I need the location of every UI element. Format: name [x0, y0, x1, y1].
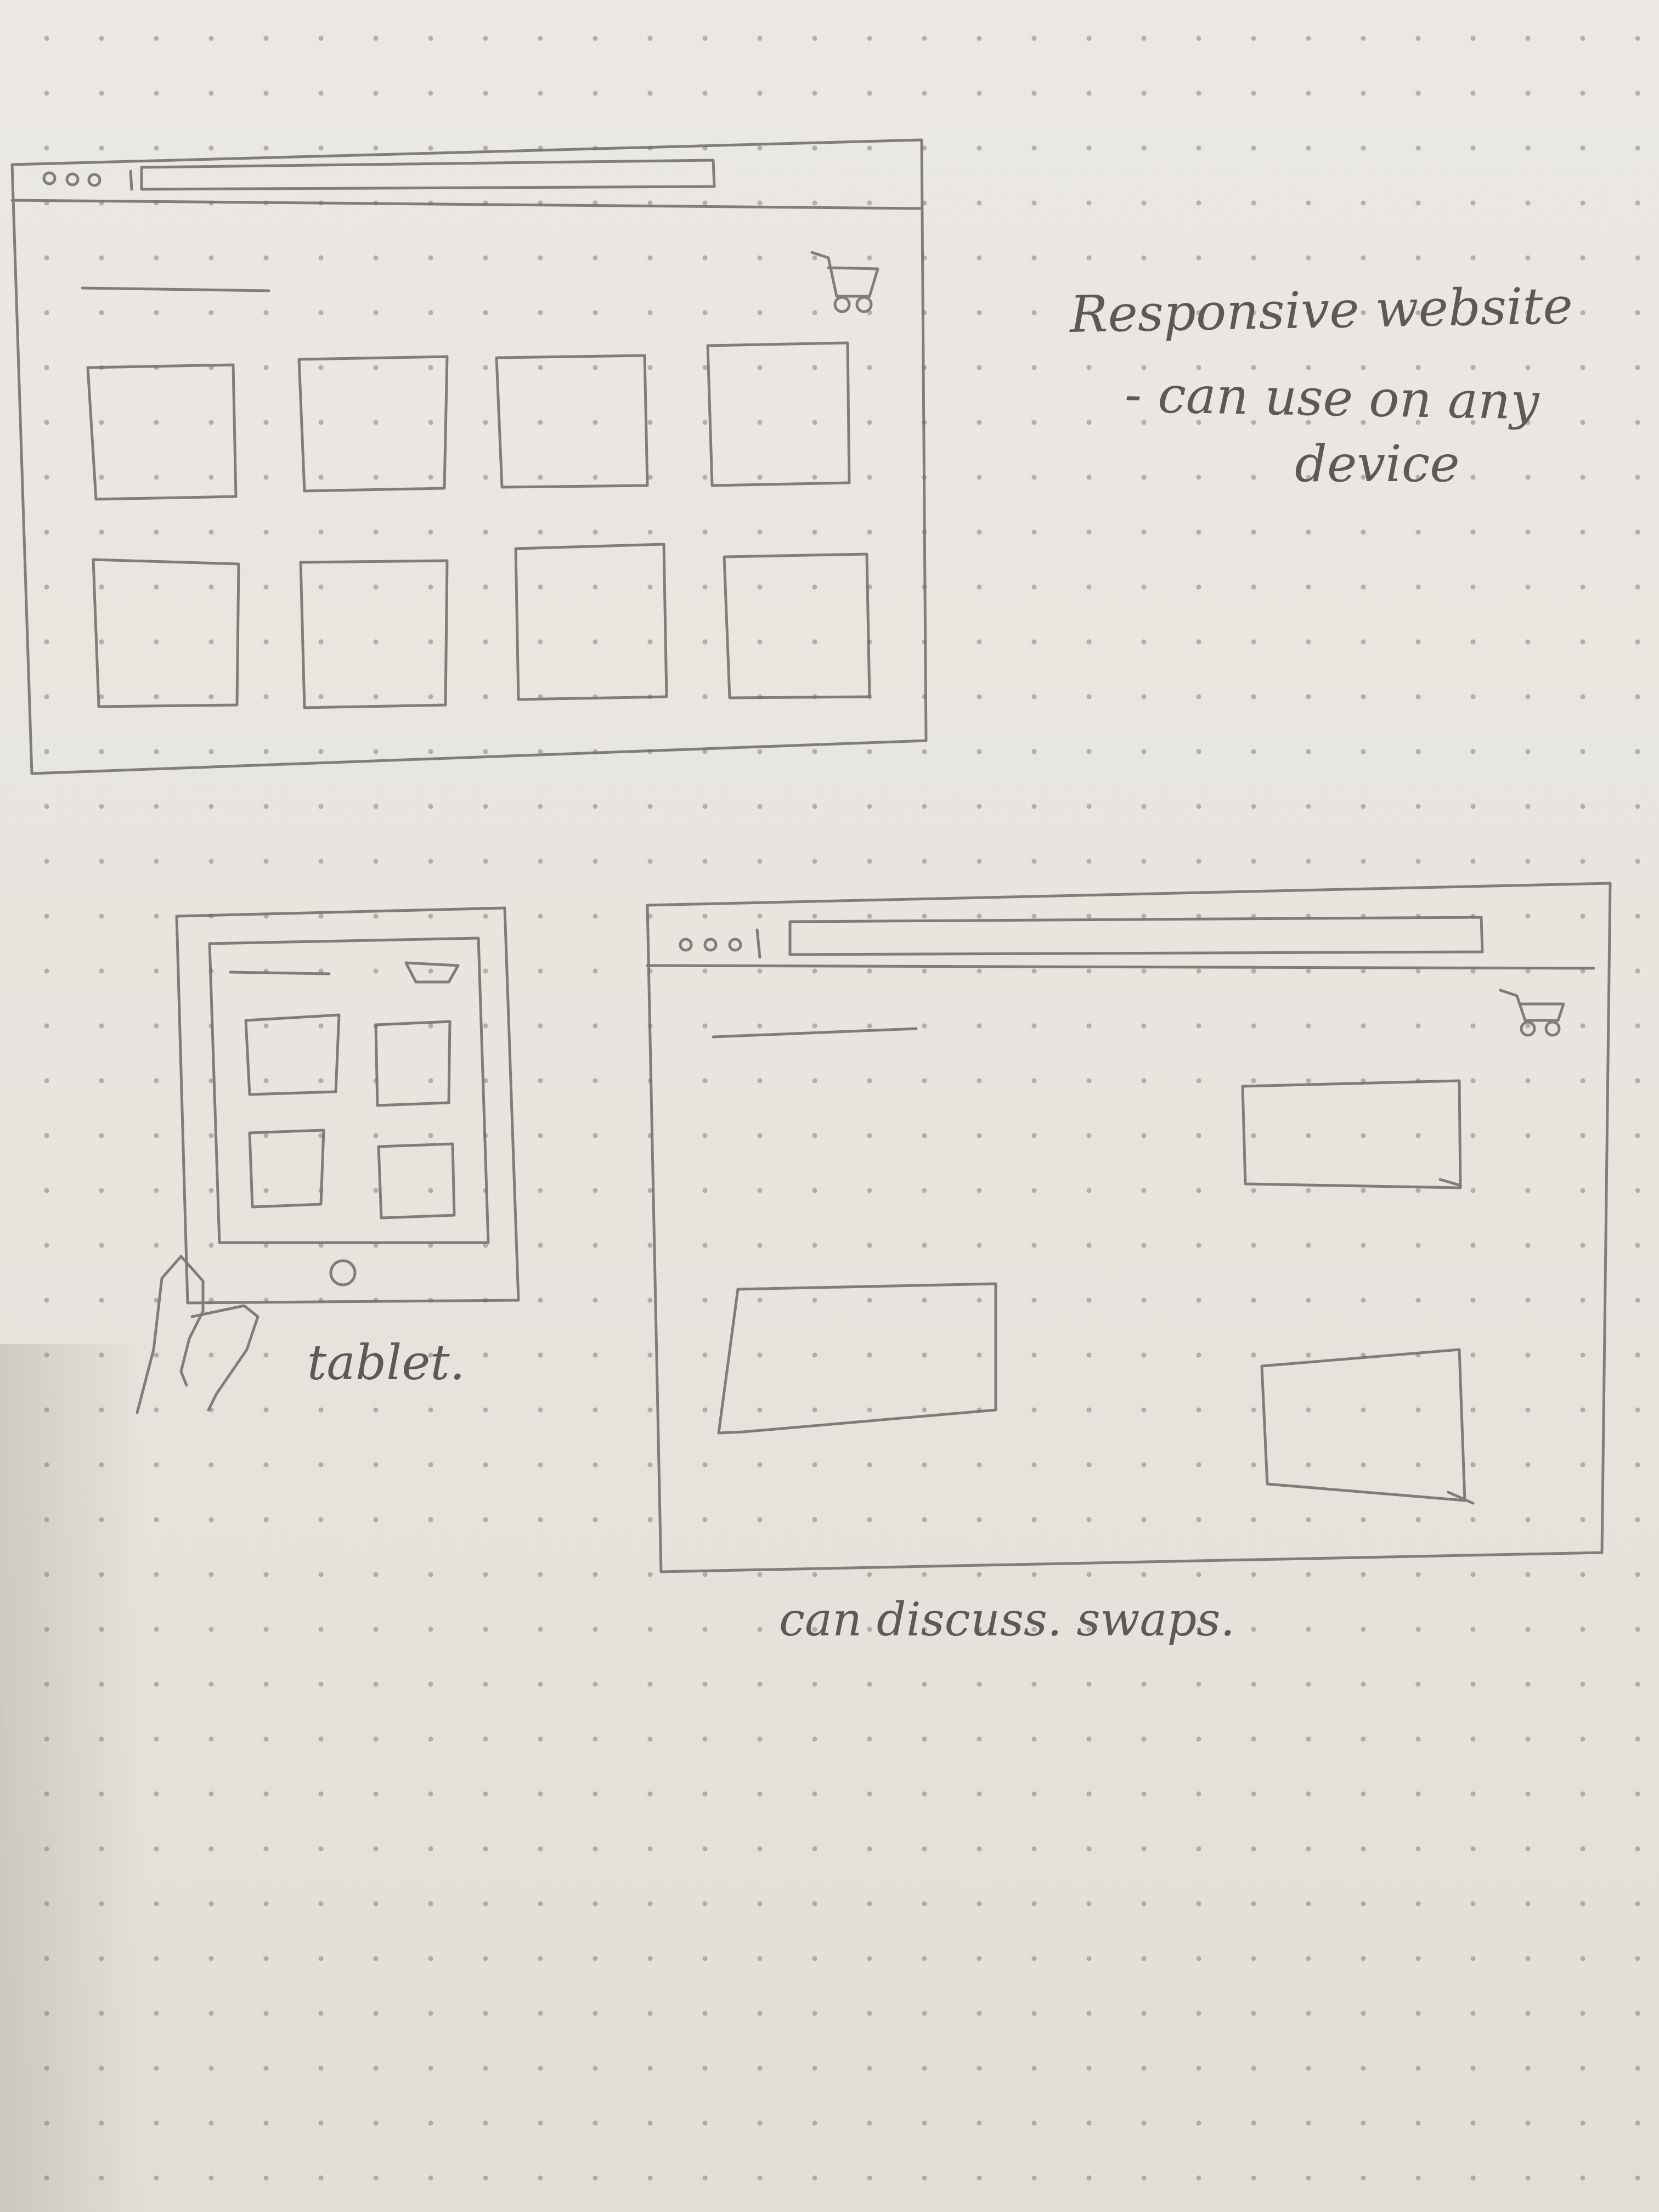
responsive-note-title: Responsive website [1069, 276, 1573, 344]
swaps-note: can discuss. swaps. [779, 1593, 1235, 1646]
swaps-wireframe [646, 882, 1612, 1573]
swaps-window-frame [646, 882, 1612, 1573]
tablet-title-line [229, 970, 331, 975]
home-button-icon [329, 1259, 357, 1286]
desktop-address-separator [10, 199, 923, 210]
desktop-window-frame [10, 138, 928, 775]
product-tile [514, 543, 668, 701]
swap-message-card [1241, 1079, 1462, 1189]
responsive-note-line2: - can use on any [1124, 365, 1540, 431]
window-dots-icon [42, 170, 133, 191]
product-tile [244, 1013, 341, 1096]
swaps-page-title-line [712, 1027, 918, 1039]
swaps-address-separator [646, 964, 1595, 970]
hand-icon [136, 1255, 259, 1414]
product-tile [248, 1128, 325, 1209]
product-tile [377, 1142, 456, 1220]
product-tile [299, 559, 449, 709]
product-tile [706, 341, 851, 487]
responsive-note-line3: device [1295, 435, 1460, 493]
window-dots-icon [679, 928, 761, 959]
product-tile [86, 363, 238, 501]
product-tile [723, 552, 871, 699]
swaps-address-bar [788, 916, 1484, 956]
product-tile [297, 355, 449, 493]
product-tile [92, 558, 240, 708]
desktop-address-bar [140, 159, 716, 191]
cart-icon [810, 251, 879, 313]
desktop-wireframe [10, 138, 928, 775]
tablet-label: tablet. [307, 1334, 465, 1391]
swap-message-card [717, 1282, 997, 1435]
cart-icon [1499, 989, 1565, 1037]
desktop-page-title-line [81, 286, 270, 292]
product-tile [374, 1020, 452, 1107]
cart-icon [404, 961, 460, 984]
swap-message-card [1260, 1348, 1475, 1505]
product-tile [495, 354, 649, 489]
